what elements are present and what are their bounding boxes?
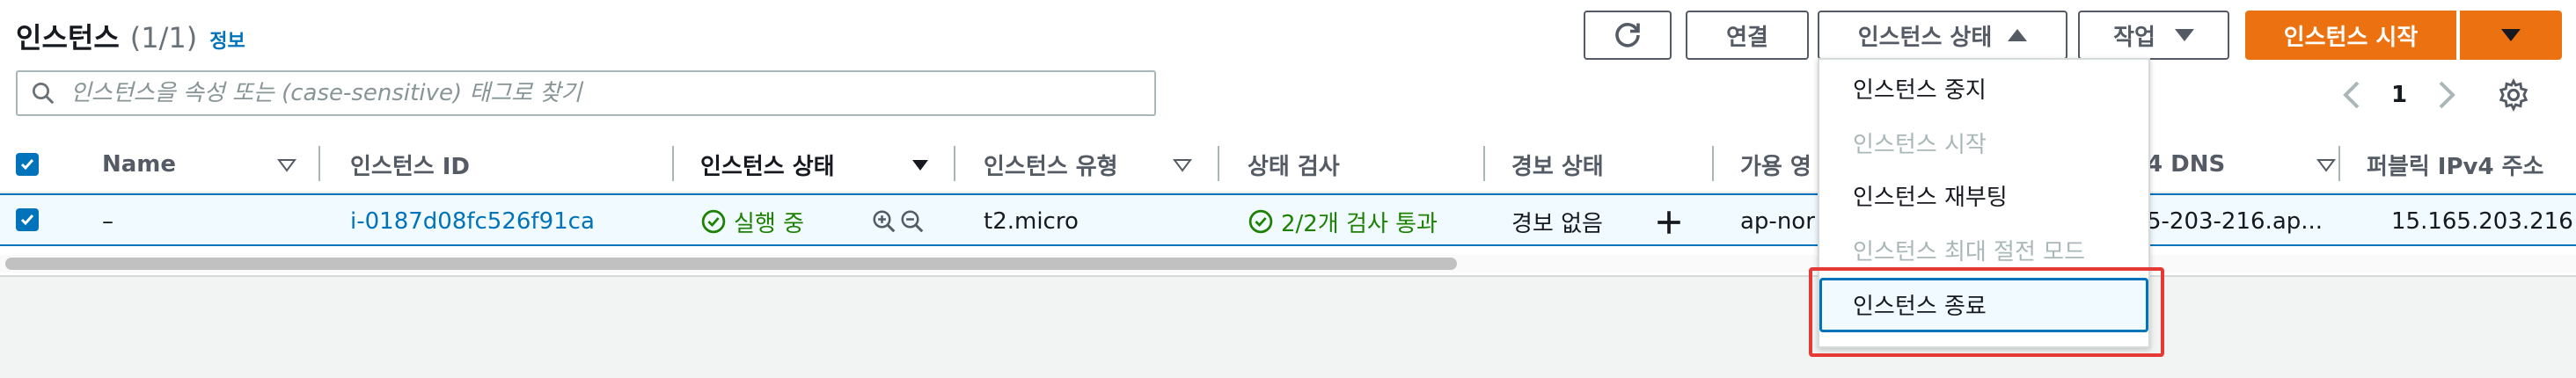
sort-icon[interactable] <box>276 156 297 174</box>
chevron-left-icon[interactable] <box>2340 79 2365 111</box>
column-header-instance-id[interactable]: 인스턴스 ID <box>350 141 470 188</box>
zoom-in-icon[interactable] <box>871 208 897 235</box>
menu-item-reboot[interactable]: 인스턴스 재부팅 <box>1853 179 2008 212</box>
sort-icon[interactable] <box>2316 156 2337 174</box>
column-header-availability-zone[interactable]: 가용 영 <box>1740 141 1811 188</box>
cell-alarm-status: 경보 없음 <box>1511 210 1603 237</box>
sort-icon[interactable] <box>1172 156 1193 174</box>
check-circle-icon <box>701 209 726 234</box>
checkbox-icon <box>20 159 34 171</box>
menu-item-stop[interactable]: 인스턴스 중지 <box>1853 72 1987 105</box>
search-input[interactable] <box>69 79 1128 107</box>
column-header-alarm-status[interactable]: 경보 상태 <box>1511 141 1604 188</box>
plus-icon[interactable] <box>1654 207 1684 237</box>
connect-button[interactable]: 연결 <box>1686 11 1809 60</box>
column-divider[interactable] <box>1483 146 1485 181</box>
pagination: 1 <box>2340 76 2530 114</box>
instance-count: (1/1) <box>129 21 198 55</box>
column-divider[interactable] <box>2338 146 2340 181</box>
caret-up-icon <box>2008 29 2028 41</box>
current-page[interactable]: 1 <box>2391 82 2407 108</box>
column-header-instance-type[interactable]: 인스턴스 유형 <box>984 141 1118 188</box>
column-divider[interactable] <box>318 146 320 181</box>
launch-instances-button[interactable]: 인스턴스 시작 <box>2245 11 2456 60</box>
page-title: 인스턴스 (1/1) 정보 <box>16 16 245 56</box>
column-header-status-check[interactable]: 상태 검사 <box>1248 141 1340 188</box>
actions-button[interactable]: 작업 <box>2078 11 2229 60</box>
highlight-annotation-box <box>1809 267 2164 357</box>
caret-down-icon <box>2501 29 2521 41</box>
sort-icon[interactable] <box>910 156 931 174</box>
launch-options-button[interactable] <box>2460 11 2562 60</box>
checkbox-icon <box>20 214 34 226</box>
column-divider[interactable] <box>1218 146 1219 181</box>
instance-state-button[interactable]: 인스턴스 상태 <box>1818 11 2067 60</box>
column-header-name[interactable]: Name <box>102 141 176 188</box>
status-check-text: 2/2개 검사 통과 <box>1281 210 1438 237</box>
menu-item-start: 인스턴스 시작 <box>1853 132 1987 158</box>
menu-item-hibernate: 인스턴스 최대 절전 모드 <box>1853 239 2085 265</box>
column-header-instance-state[interactable]: 인스턴스 상태 <box>700 141 835 188</box>
cell-instance-id-link[interactable]: i-0187d08fc526f91ca <box>350 204 595 239</box>
scrollbar-thumb[interactable] <box>5 258 1457 270</box>
row-checkbox[interactable] <box>16 208 39 231</box>
zoom-out-icon[interactable] <box>899 208 926 235</box>
chevron-right-icon[interactable] <box>2433 79 2458 111</box>
settings-gear-icon[interactable] <box>2497 78 2530 112</box>
refresh-icon <box>1615 23 1640 47</box>
caret-down-icon <box>2174 29 2194 41</box>
cell-instance-type: t2.micro <box>984 208 1079 235</box>
column-header-public-dns[interactable]: 4 DNS <box>2147 141 2225 188</box>
cell-public-dns: 5-203-216.ap... <box>2147 208 2324 235</box>
cell-availability-zone: ap-nor <box>1740 208 1815 235</box>
column-header-public-ip[interactable]: 퍼블릭 IPv4 주소 <box>2367 141 2543 188</box>
column-divider[interactable] <box>1712 146 1714 181</box>
column-divider[interactable] <box>954 146 955 181</box>
cell-status-check: 2/2개 검사 통과 <box>1248 204 1438 239</box>
cell-name: – <box>102 208 113 235</box>
search-icon <box>33 83 55 105</box>
cell-public-ip: 15.165.203.216 <box>2391 208 2573 235</box>
page-title-text: 인스턴스 <box>16 21 120 55</box>
actions-label: 작업 <box>2113 24 2155 51</box>
search-box[interactable] <box>16 70 1156 116</box>
instance-state-label: 인스턴스 상태 <box>1857 24 1993 51</box>
cell-instance-state: 실행 중 <box>700 204 804 239</box>
column-divider[interactable] <box>672 146 674 181</box>
check-circle-icon <box>1248 209 1273 234</box>
select-all-checkbox[interactable] <box>16 153 39 176</box>
refresh-button[interactable] <box>1584 11 1672 60</box>
state-text: 실행 중 <box>734 210 805 237</box>
info-link[interactable]: 정보 <box>209 31 245 53</box>
